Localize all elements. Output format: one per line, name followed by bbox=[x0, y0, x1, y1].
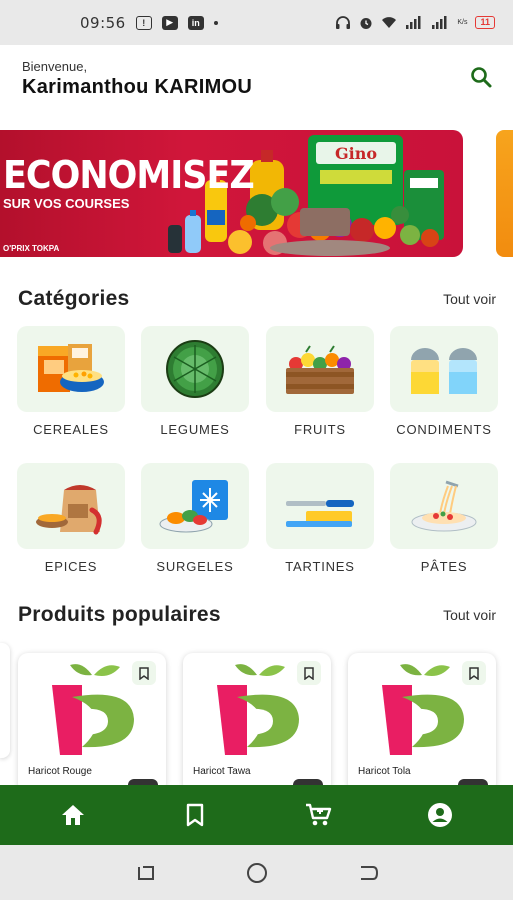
banner-title: ECONOMISEZ bbox=[3, 154, 255, 198]
battery-icon: 11 bbox=[475, 16, 495, 29]
category-tile bbox=[141, 463, 249, 549]
sim-icon: ! bbox=[135, 15, 152, 30]
category-tile bbox=[390, 326, 498, 412]
category-tile bbox=[17, 326, 125, 412]
category-tile bbox=[266, 463, 374, 549]
product-logo-image bbox=[217, 664, 299, 755]
status-time: 09:56 bbox=[80, 13, 126, 32]
category-surgeles[interactable]: SURGELES bbox=[141, 463, 249, 575]
bookmark-icon bbox=[304, 666, 314, 680]
account-icon bbox=[427, 803, 452, 827]
categories-title: Catégories bbox=[18, 287, 130, 310]
categories-see-all[interactable]: Tout voir bbox=[443, 291, 496, 307]
recent-apps-icon bbox=[137, 865, 154, 880]
cereals-icon bbox=[38, 344, 104, 392]
signal-icon bbox=[432, 16, 447, 29]
popular-header: Produits populaires Tout voir bbox=[18, 603, 496, 627]
salt-pepper-icon bbox=[411, 348, 477, 394]
category-tile bbox=[390, 463, 498, 549]
category-tile bbox=[141, 326, 249, 412]
product-card-peek[interactable] bbox=[0, 643, 10, 758]
product-card[interactable]: Haricot Tola bbox=[348, 653, 496, 793]
search-icon bbox=[471, 67, 492, 88]
bottom-navigation bbox=[0, 785, 513, 845]
category-label: EPICES bbox=[44, 559, 98, 574]
nav-favorites[interactable] bbox=[165, 790, 225, 840]
category-fruits[interactable]: FRUITS bbox=[266, 326, 374, 438]
banner-subtitle: SUR VOS COURSES bbox=[3, 196, 130, 211]
welcome-text: Bienvenue, bbox=[22, 59, 88, 74]
header: Bienvenue, Karimanthou KARIMOU bbox=[0, 45, 513, 125]
product-logo-image bbox=[382, 664, 464, 755]
search-button[interactable] bbox=[467, 63, 495, 91]
dot-icon bbox=[213, 20, 218, 25]
next-banner-peek[interactable] bbox=[496, 130, 513, 257]
pasta-icon bbox=[411, 480, 477, 532]
headphones-icon bbox=[336, 15, 351, 29]
home-icon bbox=[62, 805, 85, 825]
category-tartines[interactable]: TARTINES bbox=[266, 463, 374, 575]
category-cereales[interactable]: CEREALES bbox=[17, 326, 125, 438]
spices-icon bbox=[36, 485, 102, 535]
wifi-icon bbox=[382, 17, 397, 28]
product-name: Haricot Rouge bbox=[28, 766, 92, 777]
linkedin-icon: in bbox=[187, 15, 204, 30]
network-speed: K/s bbox=[457, 19, 468, 26]
banner-brand: O'PRIX TOKPA bbox=[3, 244, 60, 253]
signal-icon bbox=[406, 16, 421, 29]
home-system-button[interactable] bbox=[237, 853, 277, 893]
frozen-food-icon bbox=[159, 480, 228, 533]
alarm-icon bbox=[360, 17, 372, 29]
rice-brand-label: Gino bbox=[335, 144, 377, 163]
category-tile bbox=[17, 463, 125, 549]
category-tile bbox=[266, 326, 374, 412]
nav-cart[interactable] bbox=[288, 790, 348, 840]
system-navigation bbox=[0, 845, 513, 900]
category-condiments[interactable]: CONDIMENTS bbox=[390, 326, 498, 438]
category-label: CONDIMENTS bbox=[396, 422, 492, 437]
status-left: 09:56 ! ▶ in bbox=[80, 14, 218, 32]
recent-apps-button[interactable] bbox=[126, 853, 166, 893]
category-legumes[interactable]: LEGUMES bbox=[141, 326, 249, 438]
popular-title: Produits populaires bbox=[18, 603, 221, 626]
butter-knife-icon bbox=[286, 500, 354, 527]
category-pates[interactable]: PÂTES bbox=[390, 463, 498, 575]
bookmark-icon bbox=[469, 666, 479, 680]
nav-home[interactable] bbox=[43, 790, 103, 840]
category-label: TARTINES bbox=[285, 559, 355, 574]
cart-icon bbox=[305, 803, 331, 826]
category-label: CEREALES bbox=[33, 422, 109, 437]
popular-see-all[interactable]: Tout voir bbox=[443, 607, 496, 623]
category-label: LEGUMES bbox=[160, 422, 230, 437]
back-icon bbox=[360, 865, 378, 880]
categories-header: Catégories Tout voir bbox=[18, 287, 496, 311]
nav-account[interactable] bbox=[410, 790, 470, 840]
status-bar: 09:56 ! ▶ in K/s 11 bbox=[0, 0, 513, 45]
product-name: Haricot Tola bbox=[358, 766, 411, 777]
category-label: PÂTES bbox=[420, 559, 468, 574]
home-circle-icon bbox=[246, 862, 267, 883]
back-system-button[interactable] bbox=[348, 853, 388, 893]
user-name: Karimanthou KARIMOU bbox=[22, 76, 253, 98]
category-label: SURGELES bbox=[156, 559, 234, 574]
product-card[interactable]: Haricot Tawa bbox=[183, 653, 331, 793]
promo-banner[interactable]: Gino ECONOMISEZ SUR VOS COURSES O'PRIX T… bbox=[0, 130, 463, 257]
cabbage-icon bbox=[166, 340, 224, 398]
product-logo-image bbox=[52, 664, 134, 755]
youtube-icon: ▶ bbox=[161, 15, 178, 30]
product-card[interactable]: Haricot Rouge bbox=[18, 653, 166, 793]
bookmark-button[interactable] bbox=[462, 661, 486, 685]
category-label: FRUITS bbox=[294, 422, 346, 437]
product-name: Haricot Tawa bbox=[193, 766, 251, 777]
bookmark-button[interactable] bbox=[297, 661, 321, 685]
bookmark-icon bbox=[139, 666, 149, 680]
fruit-crate-icon bbox=[286, 345, 354, 394]
promo-carousel[interactable]: Gino ECONOMISEZ SUR VOS COURSES O'PRIX T… bbox=[0, 130, 513, 257]
bookmark-icon bbox=[187, 803, 204, 827]
status-right: K/s 11 bbox=[335, 15, 495, 30]
category-epices[interactable]: EPICES bbox=[17, 463, 125, 575]
bookmark-button[interactable] bbox=[132, 661, 156, 685]
